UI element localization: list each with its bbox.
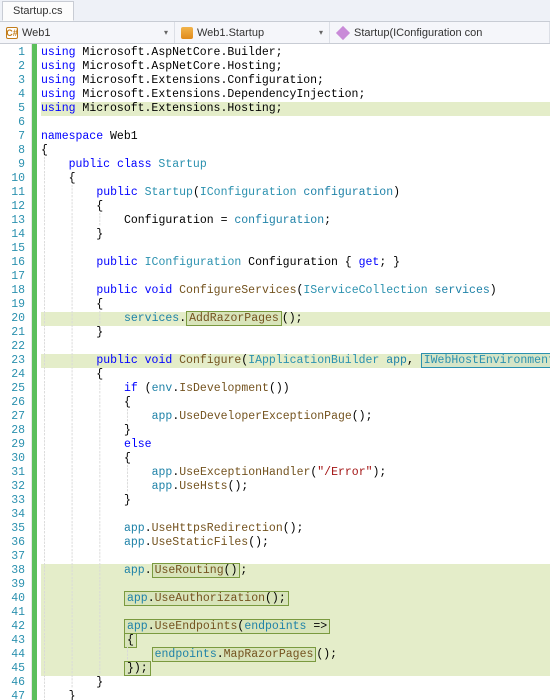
code-area[interactable]: using Microsoft.AspNetCore.Builder;using… <box>37 44 550 700</box>
chevron-down-icon: ▾ <box>319 28 323 37</box>
navigation-bar: C# Web1 ▾ Web1.Startup ▾ Startup(IConfig… <box>0 22 550 44</box>
method-icon <box>336 25 350 39</box>
nav-class-label: Web1.Startup <box>197 27 264 39</box>
line-number-gutter: 1234567891011121314151617181920212223242… <box>0 44 32 700</box>
class-icon <box>181 27 193 39</box>
nav-member-label: Startup(IConfiguration con <box>354 27 482 39</box>
nav-project-dropdown[interactable]: C# Web1 ▾ <box>0 22 175 43</box>
tab-startup-cs[interactable]: Startup.cs <box>2 1 74 21</box>
nav-class-dropdown[interactable]: Web1.Startup ▾ <box>175 22 330 43</box>
code-editor[interactable]: 1234567891011121314151617181920212223242… <box>0 44 550 700</box>
nav-member-dropdown[interactable]: Startup(IConfiguration con <box>330 22 550 43</box>
tab-bar: Startup.cs <box>0 0 550 22</box>
csharp-file-icon: C# <box>6 27 18 39</box>
nav-project-label: Web1 <box>22 27 51 39</box>
chevron-down-icon: ▾ <box>164 28 168 37</box>
